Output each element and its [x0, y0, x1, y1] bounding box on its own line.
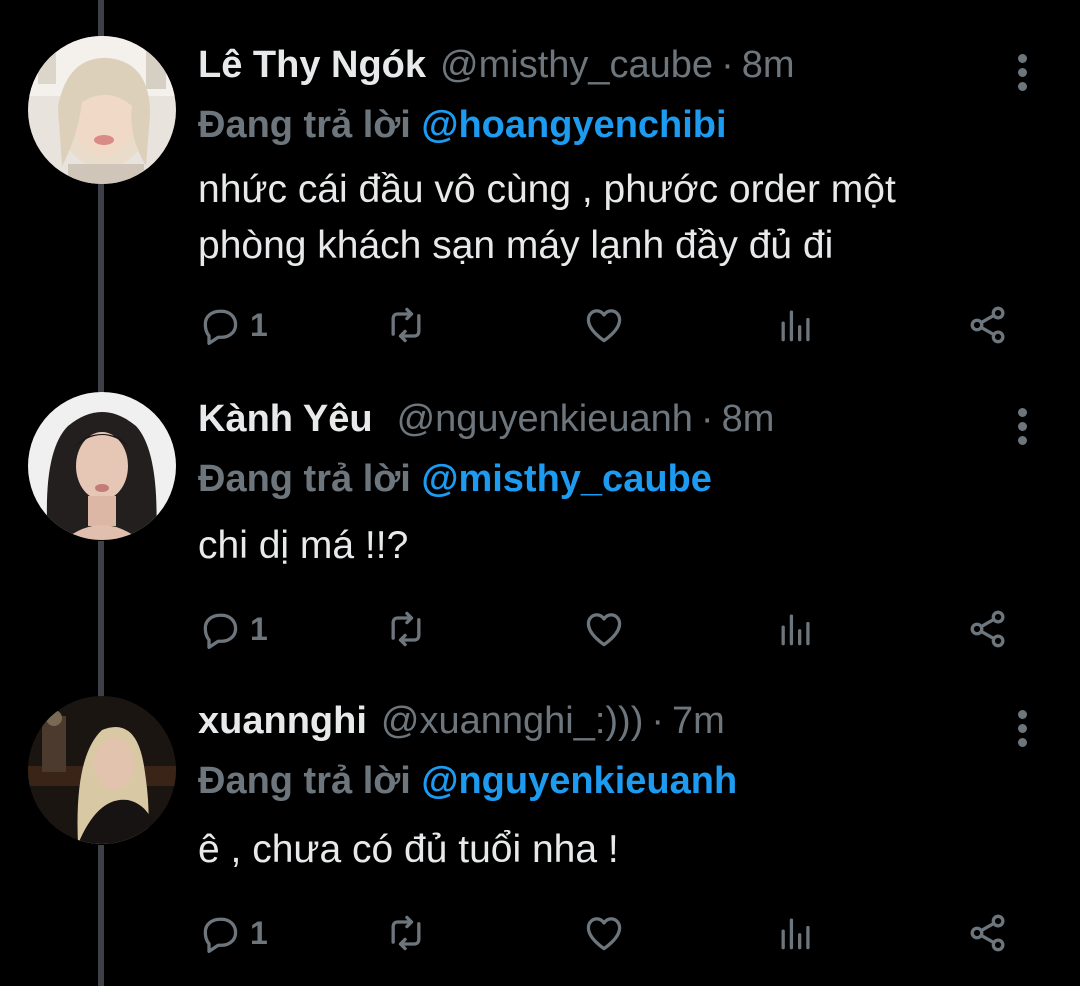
analytics-button[interactable] [774, 908, 818, 958]
author-handle[interactable]: @nguyenkieuanh [397, 398, 693, 441]
share-icon [970, 914, 1005, 952]
share-button[interactable] [966, 908, 1010, 958]
timestamp[interactable]: 7m [672, 700, 725, 743]
timestamp[interactable]: 8m [722, 398, 775, 441]
tweet-text: ê , chưa có đủ tuổi nha ! [198, 822, 619, 878]
action-bar: 1 [198, 300, 1028, 350]
like-button[interactable] [582, 604, 626, 654]
tweet[interactable]: xuannghi @xuannghi_:))) · 7m Đang trả lờ… [0, 696, 1080, 986]
reply-count: 1 [250, 610, 268, 647]
mention-link[interactable]: @nguyenkieuanh [421, 760, 737, 802]
more-icon[interactable] [1008, 710, 1036, 754]
reply-icon [203, 917, 238, 953]
separator: · [700, 398, 714, 440]
author-name[interactable]: Kành Yêu [198, 398, 373, 441]
retweet-icon [391, 915, 421, 951]
replying-to: Đang trả lời @nguyenkieuanh [198, 760, 737, 803]
timestamp[interactable]: 8m [742, 44, 795, 87]
like-icon [586, 613, 622, 647]
avatar[interactable] [28, 696, 176, 844]
more-icon[interactable] [1008, 408, 1036, 452]
avatar-photo [28, 36, 176, 184]
reply-icon [203, 309, 238, 345]
retweet-icon [391, 307, 421, 343]
author-handle[interactable]: @misthy_caube [440, 44, 713, 87]
analytics-icon [781, 614, 810, 646]
tweet-text-line: phòng khách sạn máy lạnh đầy đủ đi [198, 224, 834, 267]
mention-link[interactable]: @misthy_caube [421, 458, 712, 500]
avatar[interactable] [28, 36, 176, 184]
analytics-button[interactable] [774, 300, 818, 350]
replying-to: Đang trả lời @misthy_caube [198, 458, 712, 501]
share-button[interactable] [966, 604, 1010, 654]
share-button[interactable] [966, 300, 1010, 350]
retweet-button[interactable] [384, 908, 428, 958]
analytics-icon [781, 310, 810, 342]
analytics-button[interactable] [774, 604, 818, 654]
action-bar: 1 [198, 908, 1028, 958]
retweet-button[interactable] [384, 604, 428, 654]
author-handle[interactable]: @xuannghi_:))) [381, 700, 643, 743]
reply-count: 1 [250, 914, 268, 951]
share-icon [970, 306, 1005, 344]
mention-link[interactable]: @hoangyenchibi [421, 104, 726, 146]
tweet[interactable]: Kành Yêu @nguyenkieuanh · 8m Đang trả lờ… [0, 392, 1080, 688]
tweet-text-line: nhức cái đầu vô cùng , phước order một [198, 168, 896, 211]
action-bar: 1 [198, 604, 1028, 654]
author-name[interactable]: xuannghi [198, 700, 367, 743]
reply-button[interactable]: 1 [198, 908, 268, 958]
separator: · [721, 44, 734, 86]
reply-icon [203, 613, 238, 649]
replying-to: Đang trả lời @hoangyenchibi [198, 104, 727, 147]
reply-button[interactable]: 1 [198, 604, 268, 654]
replying-to-label: Đang trả lời [198, 760, 411, 802]
tweet-text: chi dị má !!? [198, 518, 408, 574]
reply-button[interactable]: 1 [198, 300, 268, 350]
tweet-text-line: chi dị má !!? [198, 524, 409, 567]
replying-to-label: Đang trả lời [198, 104, 411, 146]
more-icon[interactable] [1008, 54, 1036, 98]
like-button[interactable] [582, 908, 626, 958]
avatar[interactable] [28, 392, 176, 540]
avatar-photo [28, 392, 176, 540]
avatar-photo [28, 696, 176, 844]
retweet-button[interactable] [384, 300, 428, 350]
separator: · [651, 700, 665, 742]
like-icon [586, 917, 622, 951]
analytics-icon [781, 918, 810, 950]
tweet[interactable]: Lê Thy Ngók @misthy_caube · 8m Đang trả … [0, 36, 1080, 345]
retweet-icon [391, 611, 421, 647]
tweet-text: nhức cái đầu vô cùng , phước order một p… [198, 162, 896, 274]
like-icon [586, 309, 622, 343]
author-name[interactable]: Lê Thy Ngók [198, 44, 426, 87]
like-button[interactable] [582, 300, 626, 350]
thread-line [98, 0, 104, 36]
replying-to-label: Đang trả lời [198, 458, 411, 500]
tweet-text-line: ê , chưa có đủ tuổi nha ! [198, 828, 619, 871]
reply-count: 1 [250, 306, 268, 343]
share-icon [970, 610, 1005, 648]
